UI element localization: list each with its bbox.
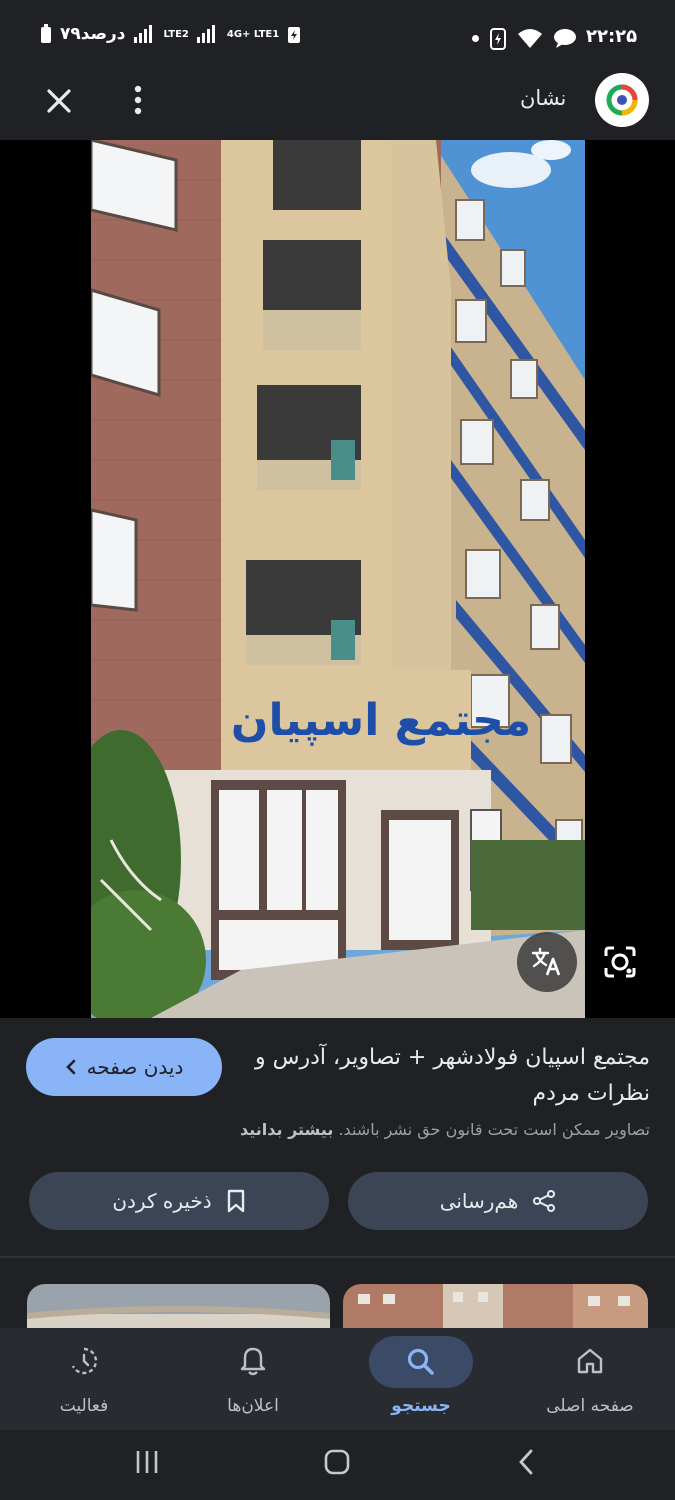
nav-activity-label: فعالیت	[59, 1396, 109, 1416]
related-photo-right	[343, 1284, 648, 1334]
image-viewer[interactable]: مجتمع اسپیان	[0, 140, 675, 1018]
home-square-icon	[324, 1449, 350, 1475]
home-system-button[interactable]	[317, 1444, 357, 1480]
nav-notifications[interactable]: اعلان‌ها	[183, 1328, 323, 1430]
bookmark-icon	[227, 1189, 244, 1213]
share-label: هم‌رسانی	[439, 1189, 519, 1213]
translate-icon	[531, 947, 561, 976]
network-label-2: 4G+ LTE1	[226, 28, 280, 40]
recent-apps-icon	[136, 1451, 158, 1473]
network-label-1: LTE2	[163, 28, 189, 40]
home-icon	[577, 1348, 603, 1374]
more-options-button[interactable]	[124, 80, 152, 120]
back-button[interactable]	[507, 1444, 547, 1480]
recent-apps-button[interactable]	[127, 1444, 167, 1480]
translate-button[interactable]	[517, 932, 577, 992]
nav-search-icon-wrap	[369, 1336, 473, 1388]
share-button[interactable]: هم‌رسانی	[348, 1172, 648, 1230]
nav-activity-icon-wrap	[49, 1336, 119, 1386]
copyright-text: تصاویر ممکن است تحت قانون حق نشر باشند.	[338, 1120, 650, 1139]
chevron-left-icon	[65, 1059, 75, 1075]
status-right	[472, 26, 577, 50]
building-sign-text: مجتمع اسپیان	[231, 695, 531, 746]
related-image-thumbnail[interactable]	[27, 1284, 330, 1334]
nav-notifications-icon-wrap	[218, 1336, 288, 1386]
nav-notifications-label: اعلان‌ها	[227, 1396, 279, 1416]
copyright-notice: تصاویر ممکن است تحت قانون حق نشر باشند. …	[40, 1120, 650, 1139]
save-label: ذخیره کردن	[112, 1189, 212, 1213]
bottom-navigation: صفحه اصلی جستجو اعلان‌ها فعالیت	[0, 1328, 675, 1430]
lens-icon	[604, 946, 636, 978]
more-vert-icon	[134, 85, 142, 115]
divider	[0, 1256, 675, 1258]
back-chevron-icon	[519, 1449, 533, 1475]
close-button[interactable]	[40, 82, 78, 120]
wifi-icon	[518, 29, 542, 48]
battery-charging-icon	[490, 28, 506, 50]
battery-percent: ۷۹درصد	[60, 24, 126, 44]
site-name: نشان	[520, 86, 567, 110]
nav-home-label: صفحه اصلی	[546, 1396, 634, 1416]
bell-icon	[240, 1347, 266, 1376]
nav-search-label: جستجو	[391, 1396, 451, 1416]
result-info-panel: دیدن صفحه مجتمع اسپیان فولادشهر + تصاویر…	[0, 1018, 675, 1258]
search-icon	[407, 1348, 434, 1375]
related-photo-left	[27, 1284, 330, 1334]
dot-icon	[472, 34, 479, 42]
nav-home-icon-wrap	[555, 1336, 625, 1386]
lens-search-button[interactable]	[598, 940, 642, 984]
visit-page-button[interactable]: دیدن صفحه	[26, 1038, 222, 1096]
learn-more-link[interactable]: بیشتر بدانید	[240, 1120, 333, 1139]
signal-icon-2	[196, 25, 215, 43]
battery-icon	[41, 24, 51, 43]
app-bar: نشان	[0, 60, 675, 140]
message-icon	[554, 29, 576, 48]
share-icon	[533, 1190, 556, 1212]
status-left: ۷۹درصد LTE2 4G+ LTE1	[40, 24, 301, 44]
nav-activity[interactable]: فعالیت	[14, 1328, 154, 1430]
system-navigation-bar	[0, 1430, 675, 1500]
site-logo	[595, 73, 649, 127]
visit-page-label: دیدن صفحه	[86, 1055, 184, 1079]
save-button[interactable]: ذخیره کردن	[29, 1172, 329, 1230]
related-image-thumbnail[interactable]	[343, 1284, 648, 1334]
nav-home[interactable]: صفحه اصلی	[520, 1328, 660, 1430]
neshan-logo-icon	[606, 84, 638, 116]
battery-saver-icon	[288, 27, 301, 43]
status-time: ۲۲:۲۵	[586, 26, 638, 47]
nav-search[interactable]: جستجو	[351, 1328, 491, 1430]
result-title[interactable]: مجتمع اسپیان فولادشهر + تصاویر، آدرس و ن…	[240, 1040, 650, 1112]
building-illustration: مجتمع اسپیان	[91, 140, 585, 1018]
signal-icon	[133, 25, 152, 43]
activity-history-icon	[71, 1347, 98, 1375]
close-icon	[47, 89, 71, 113]
building-photo[interactable]: مجتمع اسپیان	[91, 140, 585, 1018]
